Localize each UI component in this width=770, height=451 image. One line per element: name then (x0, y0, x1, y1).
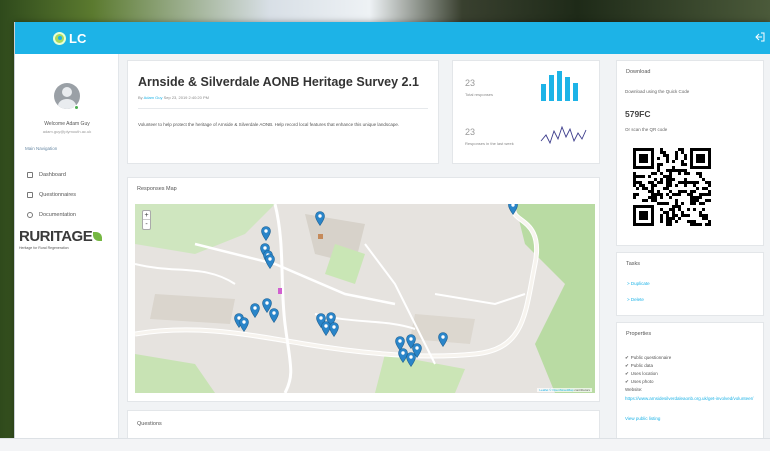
online-status-icon (74, 105, 79, 110)
user-email: adam.guy@plymouth.ac.uk (42, 129, 92, 134)
nav-heading: Main Navigation (25, 146, 58, 151)
total-responses-label: Total responses (465, 92, 494, 97)
survey-meta: By Adam Guy Sep 23, 2019 2:40:20 PM (138, 95, 209, 100)
download-instruction: Download using the Quick Code (625, 89, 690, 94)
quick-code: 579FC (625, 109, 651, 119)
properties-card: Properties ✔ Public questionnaire ✔ Public… (616, 322, 764, 451)
qr-code-icon (633, 148, 711, 226)
responses-sparkline (540, 125, 587, 145)
documentation-icon (27, 212, 33, 218)
meta-prefix: By (138, 95, 143, 100)
page-title: Arnside & Silverdale AONB Heritage Surve… (138, 75, 419, 89)
delete-link[interactable]: > Delete (627, 297, 644, 302)
stats-card: 23 Total responses 23 Responses in the l… (452, 60, 600, 164)
sidebar: Welcome Adam Guy adam.guy@plymouth.ac.uk… (15, 54, 119, 451)
tasks-heading: Tasks (626, 261, 641, 267)
responses-bar-chart (541, 71, 585, 101)
property-item: ✔ Uses photo (625, 379, 654, 384)
mini-bar (541, 84, 546, 101)
attribution-suffix: contributors (574, 388, 590, 392)
bottom-bar (0, 438, 770, 451)
public-listing-link[interactable]: View public listing (625, 416, 660, 421)
properties-heading: Properties (626, 331, 652, 337)
mini-bar (557, 71, 562, 101)
duplicate-link[interactable]: > Duplicate (627, 281, 650, 286)
survey-card: Arnside & Silverdale AONB Heritage Surve… (127, 60, 439, 164)
welcome-text: Welcome Adam Guy (44, 121, 90, 127)
dashboard-icon (27, 172, 33, 178)
property-item: ✔ Public data (625, 363, 654, 368)
total-responses-count: 23 (465, 78, 476, 88)
tasks-card: Tasks > Duplicate > Delete (616, 252, 764, 316)
leaf-icon (93, 232, 103, 241)
mini-bar (573, 83, 578, 101)
survey-description: Volunteer to help protect the heritage o… (138, 122, 400, 127)
logo-icon (53, 31, 66, 45)
ruritage-tagline: Heritage for Rural Regeneration (19, 246, 69, 250)
questions-heading: Questions (137, 421, 162, 427)
map-card: Responses Map + - Leaflet © OpenStreetMa… (127, 177, 600, 402)
divider (138, 108, 428, 109)
week-responses-label: Responses in the last week (465, 141, 514, 146)
map-tiles (135, 204, 595, 393)
app-window: LC Welcome Adam Guy adam.guy@plymouth.ac… (14, 22, 770, 451)
download-heading: Download (626, 69, 651, 75)
questionnaires-icon (27, 192, 33, 198)
qr-hint: Or scan the QR code (625, 127, 668, 132)
property-item: ✔ Public questionnaire (625, 355, 672, 360)
download-card: Download Download using the Quick Code 5… (616, 60, 764, 246)
property-item: ✔ Uses location (625, 371, 658, 376)
week-responses-count: 23 (465, 127, 476, 137)
sidebar-item-label: Questionnaires (39, 192, 76, 198)
map-attribution: Leaflet © OpenStreetMap contributors (537, 388, 592, 392)
ruritage-logo: RURITAGE Heritage for Rural Regeneration (19, 228, 103, 250)
ruritage-name: RURITAGE (19, 228, 93, 245)
app-logo[interactable]: LC (53, 31, 86, 46)
sidebar-item-label: Documentation (39, 212, 76, 218)
website-link[interactable]: https://www.arnsidesilverdaleaonb.org.uk… (625, 395, 761, 402)
sign-out-icon[interactable] (755, 32, 765, 42)
sidebar-item-dashboard[interactable]: Dashboard (27, 172, 66, 178)
top-bar: LC (15, 22, 770, 54)
responses-map[interactable]: + - Leaflet © OpenStreetMap contributors (135, 204, 595, 393)
map-heading: Responses Map (137, 186, 177, 192)
author-link[interactable]: Adam Guy (144, 95, 163, 100)
sidebar-item-documentation[interactable]: Documentation (27, 212, 76, 218)
osm-link[interactable]: © OpenStreetMap (549, 388, 573, 392)
logo-text: LC (69, 30, 87, 46)
zoom-control: + - (142, 210, 151, 230)
website-label: Website: (625, 387, 643, 392)
sidebar-item-questionnaires[interactable]: Questionnaires (27, 192, 76, 198)
mini-bar (565, 77, 570, 101)
zoom-out-button[interactable]: - (143, 220, 150, 229)
survey-date: Sep 23, 2019 2:40:20 PM (163, 95, 209, 100)
sidebar-item-label: Dashboard (39, 172, 66, 178)
mini-bar (549, 75, 554, 101)
leaflet-link[interactable]: Leaflet (539, 388, 548, 392)
zoom-in-button[interactable]: + (143, 211, 150, 220)
